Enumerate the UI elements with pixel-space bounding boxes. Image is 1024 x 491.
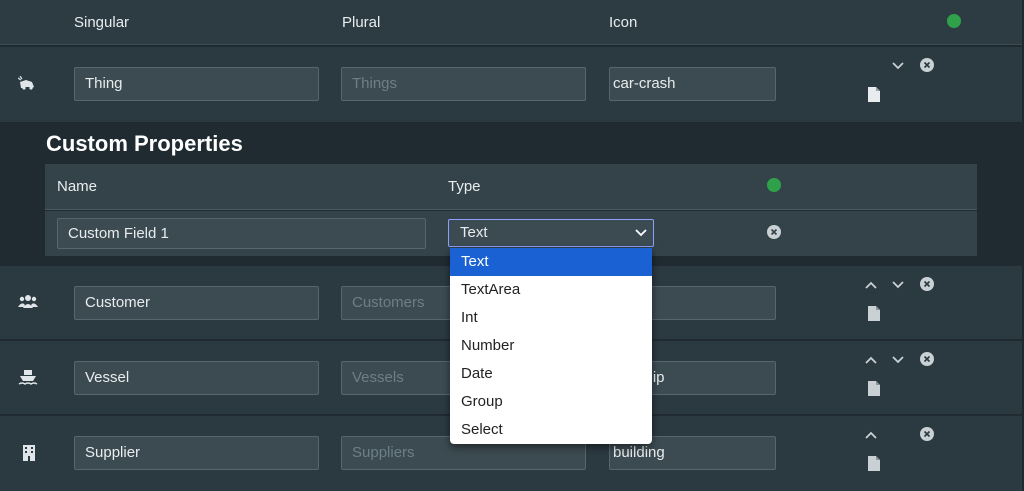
type-option-select[interactable]: Select xyxy=(450,416,652,444)
add-property-button[interactable] xyxy=(767,178,781,192)
close-circle-icon xyxy=(767,225,781,239)
custom-properties-button[interactable] xyxy=(867,86,881,102)
close-circle-icon xyxy=(920,277,934,291)
singular-input[interactable]: Customer xyxy=(74,286,319,320)
move-down-button[interactable] xyxy=(891,353,905,367)
entity-table-header: Singular Plural Icon xyxy=(0,0,1022,45)
close-circle-icon xyxy=(920,58,934,72)
remove-entity-button[interactable] xyxy=(920,277,934,291)
move-down-button[interactable] xyxy=(891,59,905,73)
file-icon xyxy=(868,455,880,471)
ship-icon xyxy=(18,370,38,385)
remove-entity-button[interactable] xyxy=(920,427,934,441)
type-option-textarea[interactable]: TextArea xyxy=(450,276,652,304)
type-option-number[interactable]: Number xyxy=(450,332,652,360)
file-icon xyxy=(868,86,880,102)
close-circle-icon xyxy=(920,352,934,366)
chevron-down-icon xyxy=(892,62,904,70)
building-icon xyxy=(23,445,35,461)
remove-entity-button[interactable] xyxy=(920,352,934,366)
car-crash-icon xyxy=(18,76,34,90)
property-type-select[interactable]: Text xyxy=(448,219,654,247)
move-up-button[interactable] xyxy=(864,353,878,367)
name-column-header: Name xyxy=(57,178,98,195)
plural-column-header: Plural xyxy=(342,14,381,31)
plural-input[interactable]: Things xyxy=(341,67,586,101)
chevron-up-icon xyxy=(865,431,877,439)
type-option-group[interactable]: Group xyxy=(450,388,652,416)
icon-input[interactable]: car-crash xyxy=(609,67,776,101)
type-option-int[interactable]: Int xyxy=(450,304,652,332)
file-icon xyxy=(868,380,880,396)
remove-property-button[interactable] xyxy=(767,225,781,239)
type-dropdown-list: Text TextArea Int Number Date Group Sele… xyxy=(450,248,652,444)
chevron-up-icon xyxy=(865,281,877,289)
custom-properties-header: Name Type xyxy=(45,164,977,210)
property-name-input[interactable]: Custom Field 1 xyxy=(57,218,426,249)
chevron-up-icon xyxy=(865,356,877,364)
entity-row: Thing Things car-crash xyxy=(0,46,1022,122)
type-option-date[interactable]: Date xyxy=(450,360,652,388)
singular-column-header: Singular xyxy=(74,14,130,31)
plus-circle-icon xyxy=(767,178,781,192)
singular-input[interactable]: Supplier xyxy=(74,436,319,470)
users-icon xyxy=(18,295,38,308)
custom-properties-button[interactable] xyxy=(867,455,881,471)
property-type-value: Text xyxy=(460,224,488,241)
move-down-button[interactable] xyxy=(891,278,905,292)
type-option-text[interactable]: Text xyxy=(450,248,652,276)
custom-properties-button[interactable] xyxy=(867,305,881,321)
singular-input[interactable]: Thing xyxy=(74,67,319,101)
chevron-down-icon xyxy=(635,229,647,237)
type-column-header: Type xyxy=(448,178,481,195)
move-up-button[interactable] xyxy=(864,428,878,442)
chevron-down-icon xyxy=(892,356,904,364)
icon-column-header: Icon xyxy=(609,14,638,31)
remove-entity-button[interactable] xyxy=(920,58,934,72)
move-up-button[interactable] xyxy=(864,278,878,292)
custom-properties-button[interactable] xyxy=(867,380,881,396)
chevron-down-icon xyxy=(892,281,904,289)
close-circle-icon xyxy=(920,427,934,441)
add-entity-button[interactable] xyxy=(947,14,961,28)
plus-circle-icon xyxy=(947,14,961,28)
file-icon xyxy=(868,305,880,321)
singular-input[interactable]: Vessel xyxy=(74,361,319,395)
custom-properties-title: Custom Properties xyxy=(46,131,243,156)
